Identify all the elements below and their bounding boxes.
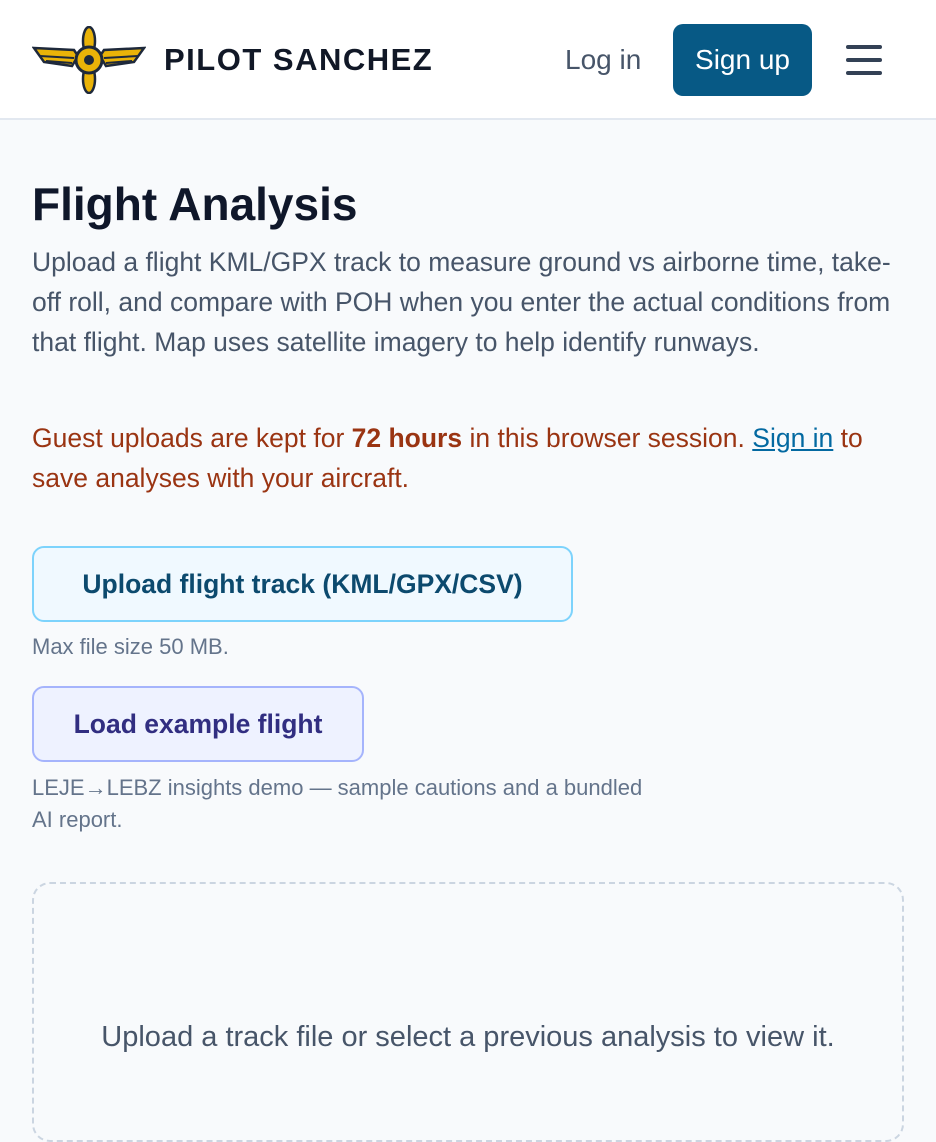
brand-name[interactable]: PILOT SANCHEZ [164,40,433,80]
page-description: Upload a flight KML/GPX track to measure… [32,247,891,357]
signup-button[interactable]: Sign up [673,24,812,96]
dropzone-message: Upload a track file or select a previous… [101,1021,835,1053]
login-link[interactable]: Log in [565,40,641,80]
guest-notice-prefix: Guest uploads are kept for [32,423,352,453]
analysis-dropzone[interactable]: Upload a track file or select a previous… [32,882,904,1142]
hamburger-menu-icon[interactable] [846,45,882,75]
upload-size-hint: Max file size 50 MB. [32,634,229,659]
winged-propeller-icon[interactable] [32,26,146,94]
guest-notice-middle: in this browser session. [462,423,753,453]
guest-notice: Guest uploads are kept for 72 hours in t… [32,418,912,498]
page-title: Flight Analysis [32,178,358,230]
top-header: PILOT SANCHEZ Log in Sign up [0,0,936,120]
sign-in-link[interactable]: Sign in [752,423,833,453]
example-hint: LEJE→LEBZ insights demo — sample caution… [32,775,643,832]
retention-duration: 72 hours [351,423,463,453]
load-example-button[interactable]: Load example flight [32,686,364,762]
upload-track-button[interactable]: Upload flight track (KML/GPX/CSV) [32,546,573,622]
